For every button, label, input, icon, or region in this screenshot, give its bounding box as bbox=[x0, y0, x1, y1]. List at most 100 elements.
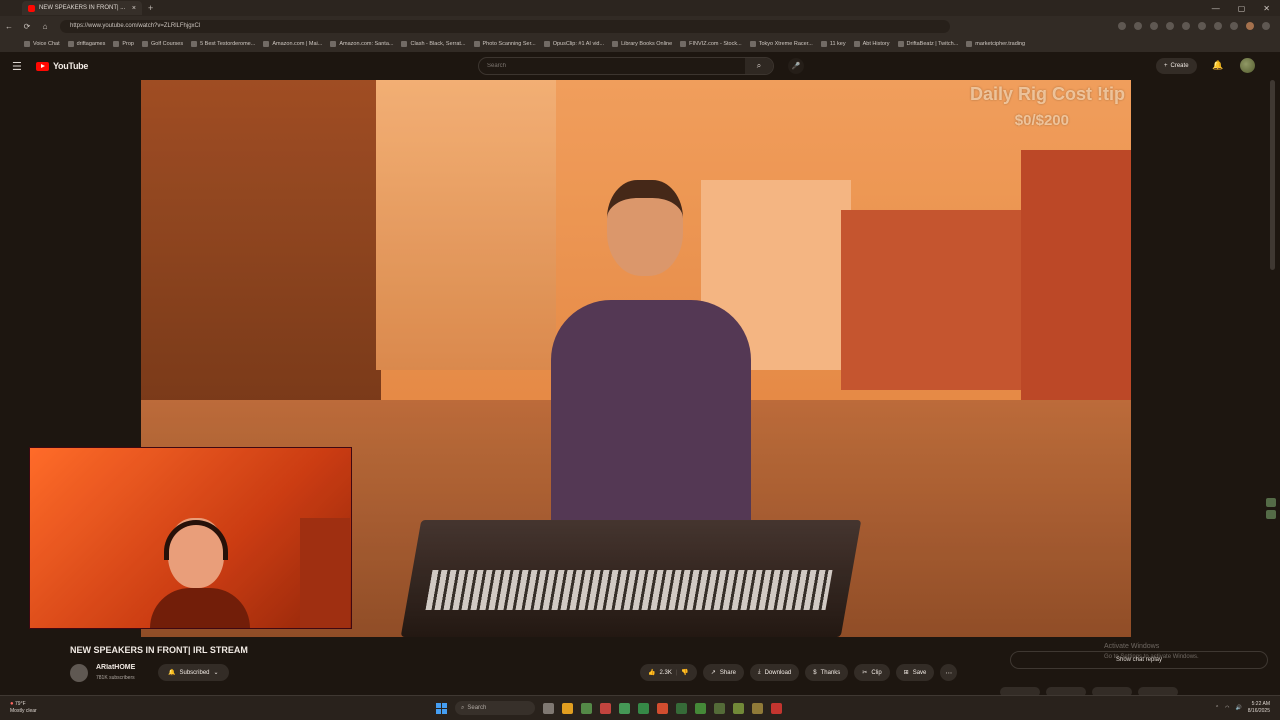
volume-icon[interactable]: 🔊 bbox=[1236, 705, 1242, 711]
taskbar-app-icon[interactable] bbox=[771, 702, 782, 714]
search-input[interactable] bbox=[487, 63, 737, 69]
thumbs-down-icon[interactable]: 👎 bbox=[681, 669, 688, 676]
taskbar-app-icon[interactable] bbox=[733, 702, 744, 714]
home-icon[interactable]: ⌂ bbox=[36, 22, 54, 31]
like-count: 2.3K bbox=[659, 669, 672, 676]
search-icon[interactable]: ⌕ bbox=[745, 58, 773, 74]
bookmark-item[interactable]: Library Books Online bbox=[612, 41, 672, 47]
extension-icon[interactable] bbox=[1134, 22, 1142, 30]
back-icon[interactable]: ← bbox=[0, 22, 18, 31]
network-icon[interactable]: ◠ bbox=[1225, 705, 1229, 711]
windows-taskbar: ● 79°F Mostly clear ⌕ Search ⌃ ◠ 🔊 5:22 … bbox=[0, 695, 1280, 720]
bookmark-item[interactable]: Tokyo Xtreme Racer... bbox=[749, 41, 813, 47]
reload-icon[interactable]: ⟳ bbox=[18, 22, 36, 31]
video-building-left bbox=[141, 80, 381, 440]
streamer-head bbox=[607, 180, 683, 276]
share-button[interactable]: ↗ Share bbox=[702, 664, 744, 681]
bookmark-item[interactable]: 11 key bbox=[820, 41, 846, 47]
download-button[interactable]: ⤓ Download bbox=[749, 664, 800, 681]
video-building-tall bbox=[376, 80, 556, 370]
bookmark-item[interactable]: Photo Scanning Ser... bbox=[473, 41, 536, 47]
taskbar-search[interactable]: ⌕ Search bbox=[455, 701, 535, 715]
extension-icon[interactable] bbox=[1230, 22, 1238, 30]
taskbar-app-icon[interactable] bbox=[562, 702, 573, 714]
bookmark-label: Golf Courses bbox=[150, 41, 184, 47]
extension-icon[interactable] bbox=[1214, 22, 1222, 30]
extension-icon[interactable] bbox=[1150, 22, 1158, 30]
microphone-icon[interactable]: 🎤 bbox=[788, 58, 804, 74]
youtube-logo[interactable]: YouTube bbox=[36, 61, 88, 71]
extension-icon[interactable] bbox=[1266, 510, 1276, 519]
extension-icon[interactable] bbox=[1166, 22, 1174, 30]
thanks-button[interactable]: $ Thanks bbox=[805, 664, 849, 681]
bookmark-item[interactable]: Amazon.com | Mai... bbox=[263, 41, 322, 47]
bookmark-item[interactable]: DriftaBeatz | Twitch... bbox=[897, 41, 958, 47]
plus-icon: + bbox=[1164, 63, 1168, 69]
channel-avatar[interactable] bbox=[70, 664, 88, 682]
channel-name[interactable]: ARIatHOME bbox=[96, 664, 135, 671]
minimize-icon[interactable]: — bbox=[1212, 4, 1220, 13]
taskbar-app-icon[interactable] bbox=[752, 702, 763, 714]
bookmark-label: 5 Best Testorderome... bbox=[200, 41, 256, 47]
url-text: https://www.youtube.com/watch?v=ZLRlLFhj… bbox=[70, 23, 201, 29]
browser-tab[interactable]: NEW SPEAKERS IN FRONT| ... × bbox=[22, 1, 142, 15]
taskbar-app-icon[interactable] bbox=[600, 702, 611, 714]
bookmark-item[interactable]: Golf Courses bbox=[141, 41, 184, 47]
thanks-label: Thanks bbox=[820, 669, 841, 676]
maximize-icon[interactable]: ▢ bbox=[1238, 4, 1246, 13]
subscribed-button[interactable]: 🔔 Subscribed ⌄ bbox=[158, 664, 229, 681]
thumbs-up-icon: 👍 bbox=[648, 670, 656, 676]
taskbar-app-icon[interactable] bbox=[638, 702, 649, 714]
clock-date: 8/16/2025 bbox=[1247, 708, 1270, 714]
subscribed-label: Subscribed bbox=[179, 669, 210, 676]
bookmark-item[interactable]: driftagames bbox=[67, 41, 105, 47]
extension-icon[interactable] bbox=[1118, 22, 1126, 30]
bookmark-item[interactable]: Abt History bbox=[853, 41, 890, 47]
taskbar-app-icon[interactable] bbox=[619, 702, 630, 714]
video-streamer bbox=[541, 180, 781, 560]
notifications-icon[interactable]: 🔔 bbox=[1212, 60, 1223, 71]
extension-icon[interactable] bbox=[1198, 22, 1206, 30]
clip-button[interactable]: ✂ Clip bbox=[854, 664, 890, 681]
taskbar-app-icon[interactable] bbox=[695, 702, 706, 714]
create-label: Create bbox=[1170, 63, 1189, 69]
extension-icon[interactable] bbox=[1182, 22, 1190, 30]
bookmark-item[interactable]: Prop bbox=[113, 41, 134, 47]
create-button[interactable]: + Create bbox=[1156, 58, 1197, 74]
account-avatar[interactable] bbox=[1240, 58, 1255, 73]
chevron-up-icon[interactable]: ⌃ bbox=[1215, 705, 1219, 711]
new-tab-icon[interactable]: + bbox=[148, 3, 153, 13]
bookmark-label: Library Books Online bbox=[621, 41, 673, 47]
close-tab-icon[interactable]: × bbox=[132, 5, 136, 12]
search-icon: ⌕ bbox=[461, 704, 465, 711]
bookmark-item[interactable]: OpusClip: #1 AI vid... bbox=[543, 41, 604, 47]
bookmark-item[interactable]: FINVIZ.com - Stock... bbox=[680, 41, 742, 47]
taskbar-app-icon[interactable] bbox=[657, 702, 668, 714]
bookmarks-bar: Voice Chat driftagames Prop Golf Courses 5 B… bbox=[0, 36, 1280, 52]
save-button[interactable]: ⊞ Save bbox=[895, 664, 935, 681]
extension-icon[interactable] bbox=[1266, 498, 1276, 507]
video-dj-mixer bbox=[400, 520, 862, 637]
close-window-icon[interactable]: ✕ bbox=[1263, 4, 1270, 13]
bookmark-item[interactable]: Amazon.com: Santa... bbox=[330, 41, 393, 47]
taskbar-app-icon[interactable] bbox=[676, 702, 687, 714]
weather-widget[interactable]: ● 79°F Mostly clear bbox=[10, 701, 37, 715]
url-field[interactable]: https://www.youtube.com/watch?v=ZLRlLFhj… bbox=[60, 19, 950, 33]
taskbar-app-icon[interactable] bbox=[543, 702, 554, 714]
bookmark-item[interactable]: Clash - Black, Serrat... bbox=[401, 41, 466, 47]
windows-start-icon[interactable] bbox=[436, 702, 447, 714]
page-scrollbar[interactable] bbox=[1270, 80, 1275, 270]
menu-icon[interactable] bbox=[1262, 22, 1270, 30]
bookmark-item[interactable]: Voice Chat bbox=[24, 41, 60, 47]
more-actions-icon[interactable]: ⋯ bbox=[940, 664, 958, 681]
bookmark-item[interactable]: marketcipher.trading bbox=[966, 41, 1025, 47]
bookmark-item[interactable]: 5 Best Testorderome... bbox=[191, 41, 255, 47]
weather-desc: Mostly clear bbox=[10, 708, 37, 714]
like-button[interactable]: 👍 2.3K | 👎 bbox=[640, 664, 697, 681]
clock-time: 5:22 AM bbox=[1251, 701, 1270, 707]
menu-icon[interactable]: ☰ bbox=[12, 60, 32, 73]
taskbar-app-icon[interactable] bbox=[581, 702, 592, 714]
clock[interactable]: 5:22 AM 8/16/2025 bbox=[1248, 701, 1270, 715]
profile-icon[interactable] bbox=[1246, 22, 1254, 30]
taskbar-app-icon[interactable] bbox=[714, 702, 725, 714]
